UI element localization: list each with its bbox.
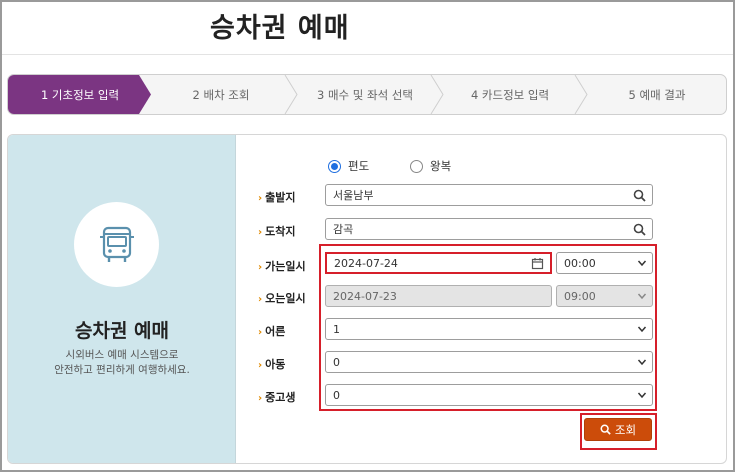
intro-panel: 승차권 예매 시외버스 예매 시스템으로 안전하고 편리하게 여행하세요. <box>8 135 236 463</box>
step-progress-bar: 1 기초정보 입력 2 배차 조회 3 매수 및 좌석 선택 4 카드정보 입력… <box>7 74 727 115</box>
chevron-down-icon <box>637 326 647 333</box>
arrival-label-text: 도착지 <box>265 225 296 238</box>
student-count-select[interactable]: 0 <box>325 384 653 406</box>
label-bullet-icon: › <box>258 327 263 338</box>
search-button[interactable]: 조회 <box>584 418 652 441</box>
child-count-value: 0 <box>333 355 340 369</box>
return-datetime-label: › 오는일시 <box>258 290 306 306</box>
intro-desc-line-1: 시외버스 예매 시스템으로 <box>65 349 179 361</box>
page-title: 승차권 예매 <box>210 13 350 44</box>
chevron-down-icon <box>637 260 647 267</box>
label-bullet-icon: › <box>258 360 263 371</box>
student-label: › 중고생 <box>258 389 296 405</box>
calendar-icon[interactable] <box>531 257 544 270</box>
child-count-select[interactable]: 0 <box>325 351 653 373</box>
arrival-label: › 도착지 <box>258 223 296 239</box>
departure-label-text: 출발지 <box>265 191 296 204</box>
step-3-seat-select: 3 매수 및 좌석 선택 <box>317 87 413 102</box>
radio-round-trip-indicator[interactable] <box>410 159 423 173</box>
arrival-value: 감곡 <box>333 223 354 236</box>
student-label-text: 중고생 <box>265 391 296 404</box>
return-date-value: 2024-07-23 <box>333 289 397 303</box>
adult-label-text: 어른 <box>265 325 286 338</box>
step-2-schedule: 2 배차 조회 <box>192 87 250 102</box>
return-date-input: 2024-07-23 <box>325 285 552 307</box>
go-time-select[interactable]: 00:00 <box>556 252 653 274</box>
radio-one-way-indicator[interactable] <box>328 159 341 173</box>
go-date-input[interactable]: 2024-07-24 <box>327 254 550 272</box>
radio-one-way[interactable]: 편도 <box>328 158 369 174</box>
adult-label: › 어른 <box>258 323 285 339</box>
chevron-down-icon <box>637 359 647 366</box>
adult-count-value: 1 <box>333 322 340 336</box>
go-datetime-label-text: 가는일시 <box>265 260 306 273</box>
student-count-value: 0 <box>333 388 340 402</box>
title-divider <box>2 54 733 55</box>
arrival-input[interactable]: 감곡 <box>325 218 653 240</box>
step-chevron-icon <box>430 75 444 114</box>
step-chevron-icon <box>284 75 298 114</box>
departure-value: 서울남부 <box>333 189 374 202</box>
return-time-value: 09:00 <box>564 289 596 303</box>
search-button-label: 조회 <box>614 422 637 437</box>
step-1-basic-info: 1 기초정보 입력 <box>8 75 151 114</box>
chevron-down-icon <box>637 392 647 399</box>
radio-round-trip[interactable]: 왕복 <box>410 158 451 174</box>
return-datetime-label-text: 오는일시 <box>265 292 306 305</box>
radio-round-trip-label: 왕복 <box>430 159 452 173</box>
child-label: › 아동 <box>258 356 285 372</box>
chevron-down-icon <box>637 293 647 300</box>
departure-input[interactable]: 서울남부 <box>325 184 653 206</box>
departure-label: › 출발지 <box>258 189 296 205</box>
return-time-select: 09:00 <box>556 285 653 307</box>
child-label-text: 아동 <box>265 358 286 371</box>
intro-description: 시외버스 예매 시스템으로 안전하고 편리하게 여행하세요. <box>8 348 236 378</box>
step-4-card-info: 4 카드정보 입력 <box>470 87 550 102</box>
search-icon[interactable] <box>633 189 646 202</box>
label-bullet-icon: › <box>258 393 263 404</box>
go-time-value: 00:00 <box>564 256 596 270</box>
radio-one-way-label: 편도 <box>348 159 370 173</box>
bus-icon <box>99 226 134 262</box>
intro-desc-line-2: 안전하고 편리하게 여행하세요. <box>54 364 190 376</box>
search-icon[interactable] <box>633 223 646 236</box>
go-date-value: 2024-07-24 <box>334 256 398 270</box>
label-bullet-icon: › <box>258 294 263 305</box>
label-bullet-icon: › <box>258 262 263 273</box>
go-datetime-label: › 가는일시 <box>258 258 306 274</box>
step-5-result: 5 예매 결과 <box>628 87 686 102</box>
label-bullet-icon: › <box>258 227 263 238</box>
label-bullet-icon: › <box>258 193 263 204</box>
intro-title: 승차권 예매 <box>74 320 169 342</box>
search-icon <box>600 424 611 435</box>
bus-icon-circle <box>74 202 159 287</box>
adult-count-select[interactable]: 1 <box>325 318 653 340</box>
step-chevron-icon <box>574 75 588 114</box>
